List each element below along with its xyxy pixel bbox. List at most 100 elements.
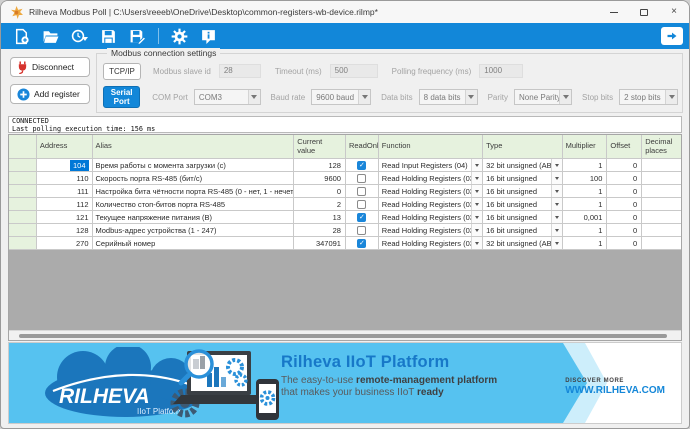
multiplier-cell[interactable]: 1 <box>562 198 608 211</box>
table-row[interactable]: 270 Серийный номер 347091 Read Holding R… <box>9 237 681 250</box>
save-button[interactable] <box>100 28 117 45</box>
info-button[interactable] <box>200 28 217 45</box>
row-selector[interactable] <box>9 237 37 250</box>
table-row[interactable]: 128 Modbus-адрес устройства (1 - 247) 28… <box>9 224 681 237</box>
table-row[interactable]: 112 Количество стоп-битов порта RS-485 2… <box>9 198 681 211</box>
chevron-down-icon[interactable] <box>471 172 483 184</box>
type-dropdown[interactable]: 16 bit unsigned <box>483 211 563 224</box>
data-bits-select[interactable]: 8 data bits <box>418 89 478 105</box>
offset-cell[interactable]: 0 <box>607 237 643 250</box>
timeout-field[interactable]: 500 <box>329 64 378 78</box>
readonly-checkbox[interactable] <box>357 160 367 170</box>
add-register-button[interactable]: Add register <box>10 84 90 104</box>
open-file-button[interactable] <box>42 28 59 45</box>
multiplier-cell[interactable]: 1 <box>562 224 608 237</box>
readonly-cell[interactable] <box>345 198 379 211</box>
decimal-places-cell[interactable] <box>642 159 681 172</box>
current-value-cell[interactable]: 347091 <box>294 237 346 250</box>
multiplier-cell[interactable]: 100 <box>562 172 608 185</box>
chevron-down-icon[interactable] <box>550 224 562 236</box>
offset-cell[interactable]: 0 <box>607 224 643 237</box>
address-cell[interactable]: 270 <box>36 237 93 250</box>
row-selector[interactable] <box>9 224 37 237</box>
horizontal-scrollbar[interactable] <box>9 330 681 340</box>
function-dropdown[interactable]: Read Holding Registers (03) <box>378 237 484 250</box>
parity-select[interactable]: None Parity <box>514 89 573 105</box>
current-value-cell[interactable]: 0 <box>294 185 346 198</box>
new-file-button[interactable] <box>13 28 30 45</box>
chevron-down-icon[interactable] <box>471 237 483 249</box>
alias-cell[interactable]: Количество стоп-битов порта RS-485 <box>92 198 295 211</box>
readonly-checkbox[interactable] <box>357 186 367 196</box>
address-cell[interactable]: 104 <box>36 159 93 172</box>
alias-cell[interactable]: Текущее напряжение питания (В) <box>92 211 295 224</box>
tcpip-button[interactable]: TCP/IP <box>103 62 141 80</box>
current-value-cell[interactable]: 13 <box>294 211 346 224</box>
address-cell[interactable]: 111 <box>36 185 93 198</box>
decimal-places-cell[interactable] <box>642 237 681 250</box>
function-dropdown[interactable]: Read Holding Registers (03) <box>378 224 484 237</box>
current-value-cell[interactable]: 128 <box>294 159 346 172</box>
address-cell[interactable]: 112 <box>36 198 93 211</box>
type-dropdown[interactable]: 16 bit unsigned <box>483 224 563 237</box>
disconnect-button[interactable]: Disconnect <box>10 57 90 77</box>
offset-cell[interactable]: 0 <box>607 172 643 185</box>
readonly-cell[interactable] <box>345 237 379 250</box>
function-dropdown[interactable]: Read Holding Registers (03) <box>378 211 484 224</box>
table-row[interactable]: 121 Текущее напряжение питания (В) 13 Re… <box>9 211 681 224</box>
recent-files-button[interactable] <box>71 28 88 45</box>
row-selector[interactable] <box>9 198 37 211</box>
row-selector[interactable] <box>9 185 37 198</box>
alias-cell[interactable]: Серийный номер <box>92 237 295 250</box>
multiplier-cell[interactable]: 1 <box>562 237 608 250</box>
readonly-checkbox[interactable] <box>357 238 367 248</box>
row-selector[interactable] <box>9 211 37 224</box>
type-dropdown[interactable]: 16 bit unsigned <box>483 185 563 198</box>
rilheva-url-link[interactable]: WWW.RILHEVA.COM <box>565 385 665 396</box>
chevron-down-icon[interactable] <box>550 185 562 197</box>
address-cell[interactable]: 128 <box>36 224 93 237</box>
function-dropdown[interactable]: Read Input Registers (04) <box>378 159 484 172</box>
chevron-down-icon[interactable] <box>550 211 562 223</box>
readonly-checkbox[interactable] <box>357 212 367 222</box>
offset-cell[interactable]: 0 <box>607 185 643 198</box>
readonly-cell[interactable] <box>345 159 379 172</box>
type-dropdown[interactable]: 16 bit unsigned <box>483 198 563 211</box>
close-button[interactable]: × <box>659 1 689 23</box>
collapse-panel-button[interactable] <box>661 27 683 45</box>
scrollbar-thumb[interactable] <box>19 334 667 338</box>
readonly-cell[interactable] <box>345 172 379 185</box>
alias-cell[interactable]: Настройка бита чётности порта RS-485 (0 … <box>92 185 295 198</box>
baud-rate-select[interactable]: 9600 baud <box>311 89 372 105</box>
chevron-down-icon[interactable] <box>550 237 562 249</box>
current-value-cell[interactable]: 28 <box>294 224 346 237</box>
table-row[interactable]: 111 Настройка бита чётности порта RS-485… <box>9 185 681 198</box>
function-dropdown[interactable]: Read Holding Registers (03) <box>378 198 484 211</box>
chevron-down-icon[interactable] <box>471 211 483 223</box>
multiplier-cell[interactable]: 1 <box>562 159 608 172</box>
table-row[interactable]: 110 Скорость порта RS-485 (бит/с) 9600 R… <box>9 172 681 185</box>
chevron-down-icon[interactable] <box>471 198 483 210</box>
readonly-checkbox[interactable] <box>357 199 367 209</box>
decimal-places-cell[interactable] <box>642 198 681 211</box>
stop-bits-select[interactable]: 2 stop bits <box>619 89 678 105</box>
decimal-places-cell[interactable] <box>642 211 681 224</box>
serial-port-button[interactable]: Serial Port <box>103 85 141 109</box>
offset-cell[interactable]: 0 <box>607 198 643 211</box>
readonly-cell[interactable] <box>345 224 379 237</box>
slave-id-field[interactable]: 28 <box>218 64 261 78</box>
minimize-button[interactable] <box>599 1 629 23</box>
com-port-select[interactable]: COM3 <box>193 89 261 105</box>
chevron-down-icon[interactable] <box>471 224 483 236</box>
multiplier-cell[interactable]: 1 <box>562 185 608 198</box>
function-dropdown[interactable]: Read Holding Registers (03) <box>378 172 484 185</box>
chevron-down-icon[interactable] <box>550 159 562 171</box>
decimal-places-cell[interactable] <box>642 172 681 185</box>
readonly-cell[interactable] <box>345 211 379 224</box>
chevron-down-icon[interactable] <box>471 159 483 171</box>
type-dropdown[interactable]: 32 bit unsigned (AB CD) <box>483 237 563 250</box>
type-dropdown[interactable]: 32 bit unsigned (AB CD) <box>483 159 563 172</box>
multiplier-cell[interactable]: 0,001 <box>562 211 608 224</box>
alias-cell[interactable]: Время работы с момента загрузки (с) <box>92 159 295 172</box>
row-selector[interactable] <box>9 159 37 172</box>
